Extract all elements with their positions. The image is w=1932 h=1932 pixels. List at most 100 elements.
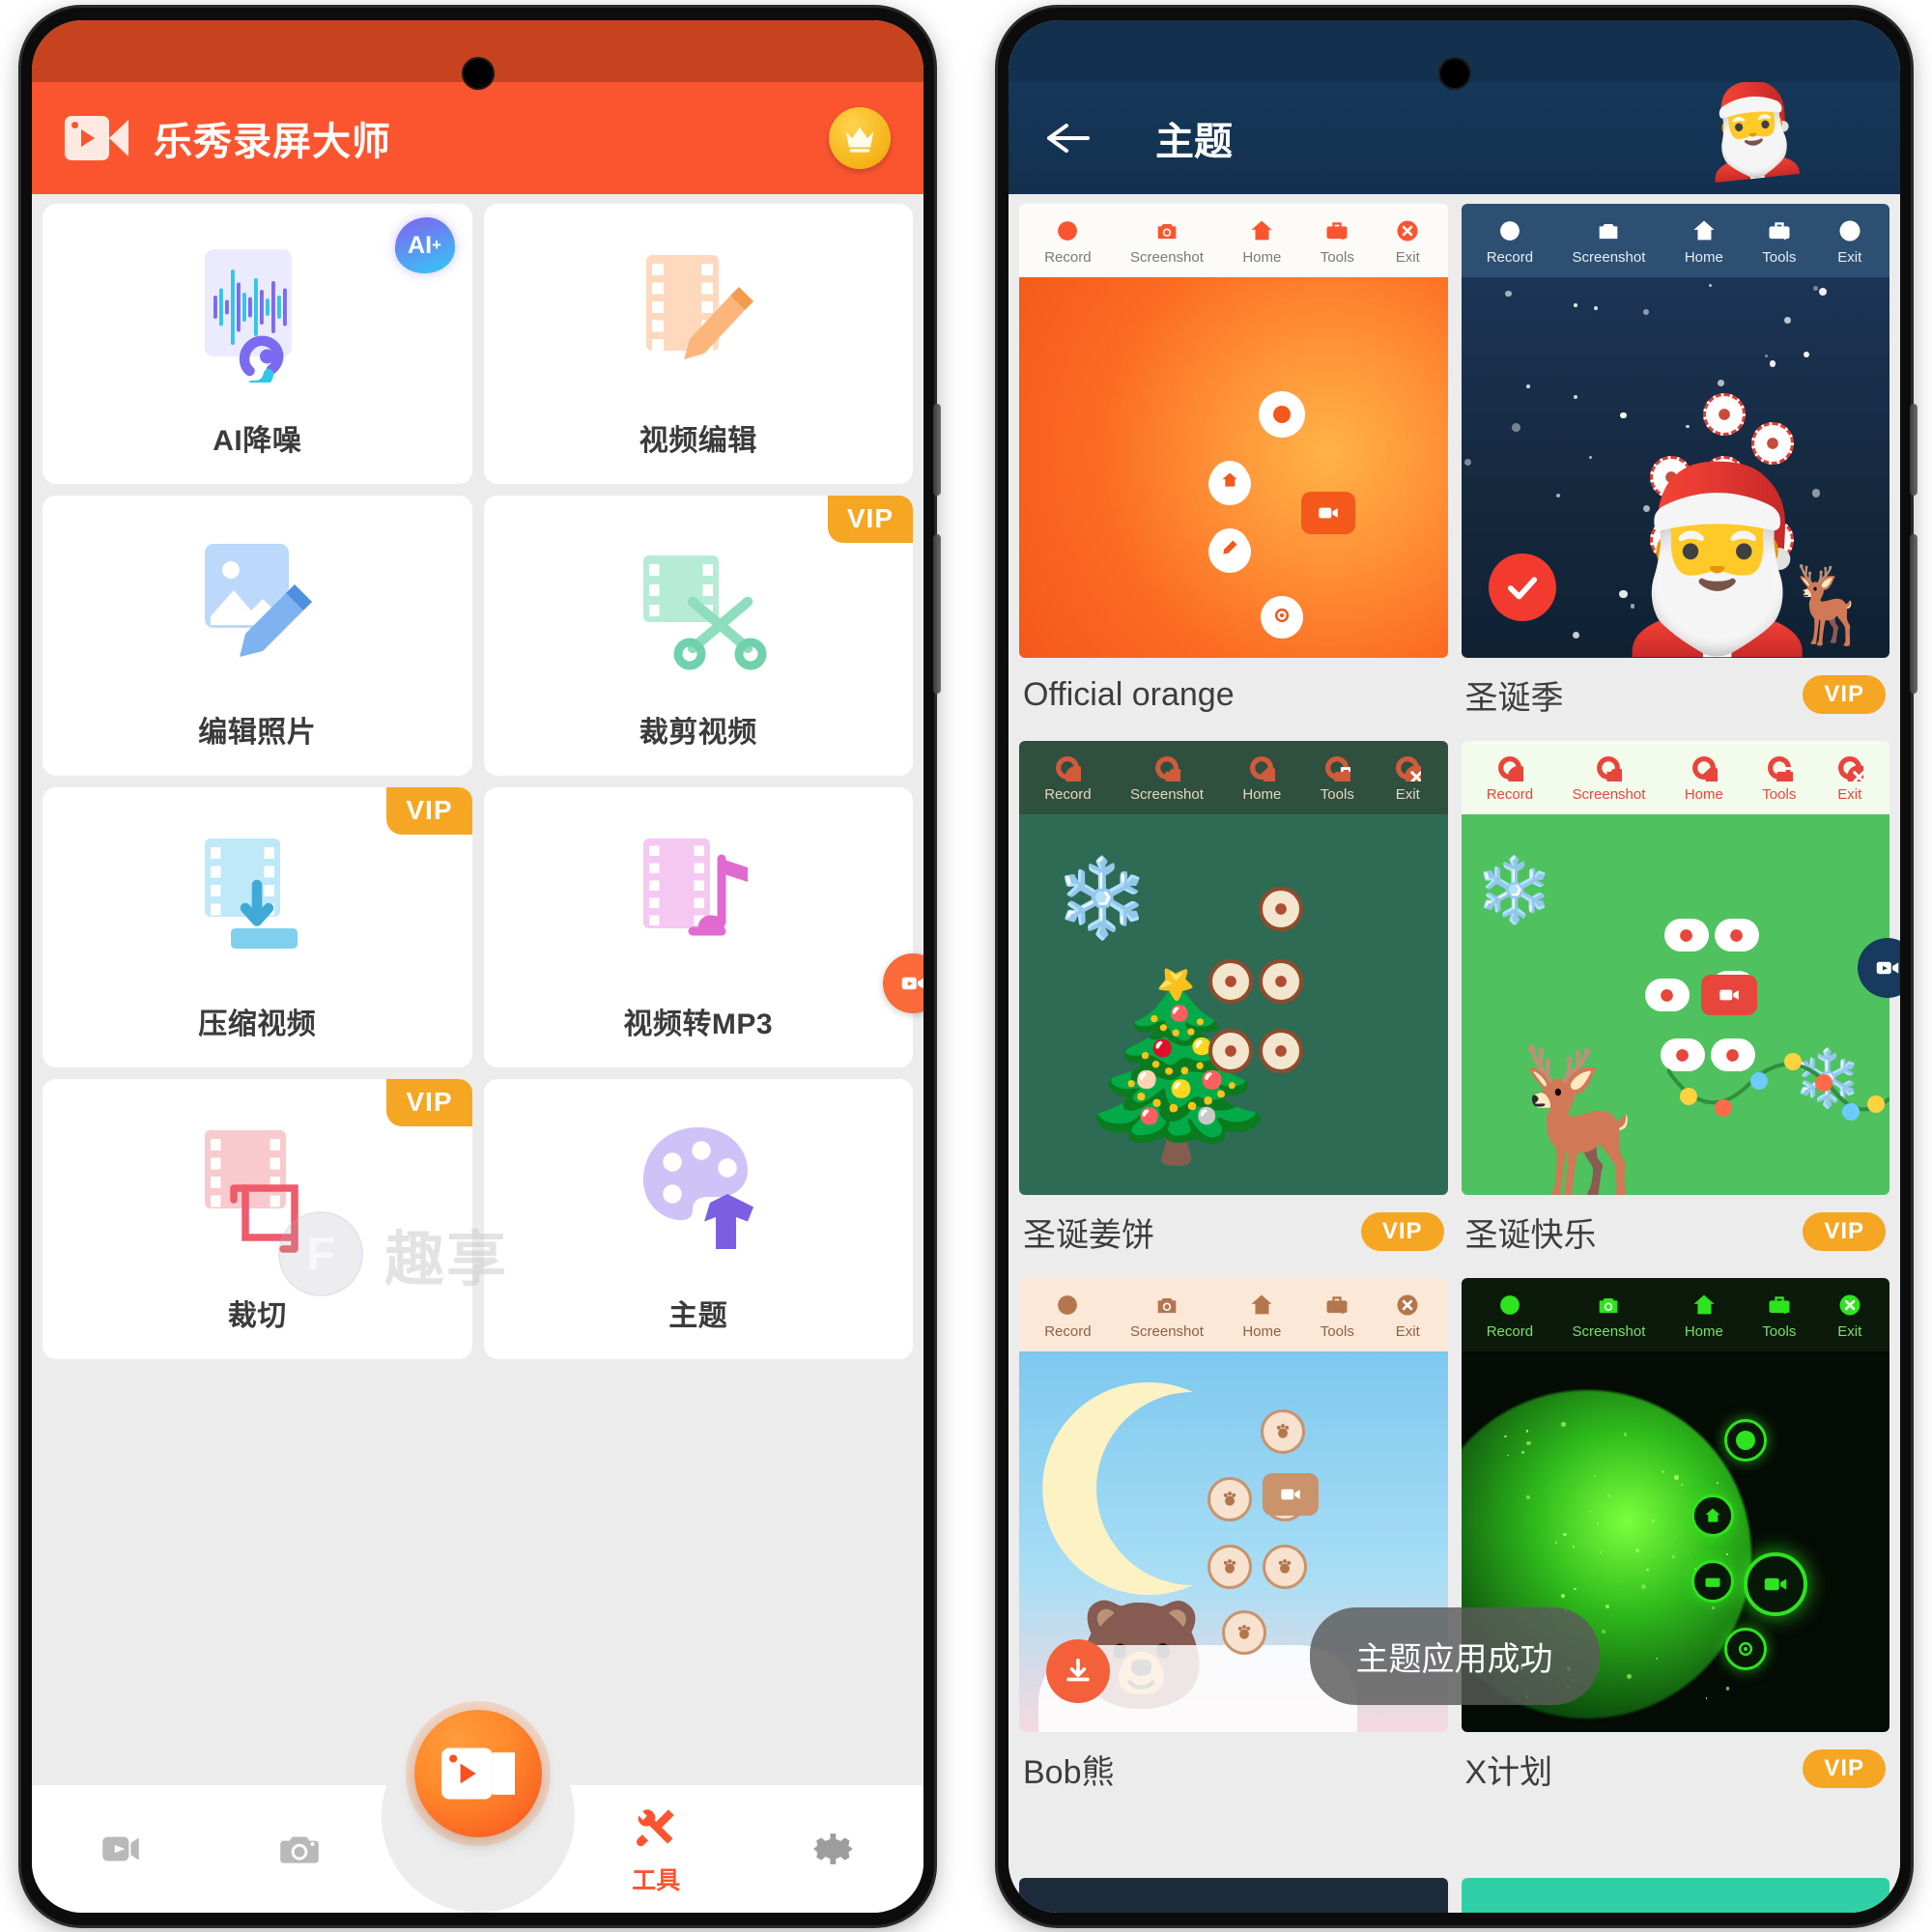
tools-page-body: AI + AI降噪 视频编辑 编辑照片 VIP 裁剪视频 VIP 压缩视频 视频…	[32, 194, 923, 1913]
image-pencil-icon	[43, 496, 472, 708]
power-button-right[interactable]	[1910, 534, 1918, 694]
theme-preview-toolbar: Record Screenshot Home Tools Exit	[1462, 1278, 1890, 1351]
theme-card[interactable]: Record Screenshot Home Tools Exit ❄️ 🎄 圣…	[1019, 741, 1448, 1278]
theme-card[interactable]: Record Screenshot Home Tools Exit	[1462, 1278, 1890, 1815]
toolbar-item-label: Tools	[1321, 786, 1354, 803]
theme-preview-peek-left	[1019, 1878, 1448, 1913]
tool-card[interactable]: 主题	[484, 1079, 914, 1359]
tool-card[interactable]: VIP 裁剪视频	[484, 496, 914, 776]
gingerbread-ball-2	[1259, 959, 1303, 1004]
theme-grid: Record Screenshot Home Tools Exit Offici…	[1019, 204, 1889, 1815]
home-ball	[1691, 1494, 1734, 1537]
theme-preview-toolbar: Record Screenshot Home Tools Exit	[1019, 1278, 1448, 1351]
vip-crown-button[interactable]	[829, 107, 891, 169]
toolbar-item-home: Home	[1242, 216, 1281, 266]
toolbar-item-screenshot: Screenshot	[1573, 753, 1646, 803]
tool-card[interactable]: AI + AI降噪	[43, 204, 472, 484]
record-button[interactable]	[414, 1710, 542, 1837]
home-icon	[1690, 216, 1719, 245]
tools-icon	[1322, 216, 1351, 245]
gear-icon	[1736, 1639, 1755, 1659]
volume-button-right[interactable]	[1910, 404, 1918, 496]
gingerbread-ball-1	[1208, 959, 1253, 1004]
toolbar-item-label: Home	[1685, 249, 1723, 266]
vip-badge: VIP	[1803, 675, 1886, 714]
toolbar-item-tools: Tools	[1321, 753, 1354, 803]
theme-card[interactable]: Record Screenshot Home Tools Exit ❄️ ❄️	[1462, 741, 1890, 1278]
screenshot-icon	[1152, 216, 1181, 245]
video-ball	[1263, 1473, 1319, 1516]
watermark-overlay: F 趣享	[278, 1210, 508, 1297]
ball-icon	[1271, 972, 1291, 991]
theme-preview[interactable]: Record Screenshot Home Tools Exit	[1462, 204, 1890, 658]
paw-ball-3	[1208, 1545, 1252, 1589]
toolbar-item-label: Home	[1242, 1323, 1281, 1340]
crown-icon	[841, 120, 878, 156]
tools-icon	[1322, 753, 1351, 782]
theme-card[interactable]: Record Screenshot Home Tools Exit	[1019, 204, 1448, 741]
video-play-icon	[96, 1824, 146, 1874]
home-icon	[1247, 1291, 1276, 1320]
tool-card[interactable]: 编辑照片	[43, 496, 472, 776]
theme-preview[interactable]: Record Screenshot Home Tools Exit ❄️ 🎄	[1019, 741, 1448, 1195]
toolbar-item-label: Record	[1044, 786, 1091, 803]
toolbar-item-label: Tools	[1321, 249, 1354, 266]
film-pencil-icon	[484, 204, 914, 416]
theme-preview[interactable]: Record Screenshot Home Tools Exit	[1019, 204, 1448, 658]
nav-item-gear[interactable]	[745, 1824, 923, 1874]
theme-preview[interactable]: Record Screenshot Home Tools Exit ❄️ ❄️	[1462, 741, 1890, 1195]
toolbar-item-record: Record	[1044, 753, 1091, 803]
next-row-peek	[1019, 1878, 1889, 1913]
volume-button[interactable]	[933, 404, 941, 496]
vip-badge: VIP	[1361, 1212, 1444, 1251]
tool-card[interactable]: VIP 压缩视频	[43, 787, 472, 1067]
toolbar-item-label: Record	[1487, 1323, 1533, 1340]
screenshot-icon	[1152, 753, 1181, 782]
tool-card[interactable]: 视频转MP3	[484, 787, 914, 1067]
nav-item-工具[interactable]: 工具	[567, 1803, 746, 1896]
paw-ball-4	[1263, 1545, 1307, 1589]
vip-badge: VIP	[1803, 1212, 1886, 1251]
video-camera-icon	[1717, 982, 1742, 1008]
tool-card[interactable]: 视频编辑	[484, 204, 914, 484]
settings-ball	[1263, 596, 1301, 635]
theme-name: 圣诞季	[1465, 671, 1564, 719]
theme-preview-peek-right	[1462, 1878, 1890, 1913]
string-lights-icon	[1667, 1040, 1889, 1156]
reindeer-icon: 🦌	[1494, 1050, 1675, 1195]
left-phone-device: 乐秀录屏大师 AI + AI降噪 视频编辑 编辑照片 VIP 裁剪视频 VIP …	[21, 8, 934, 1925]
screenshot-root: 乐秀录屏大师 AI + AI降噪 视频编辑 编辑照片 VIP 裁剪视频 VIP …	[0, 0, 1932, 1932]
theme-list[interactable]: Record Screenshot Home Tools Exit Offici…	[1009, 194, 1900, 1913]
nav-item-video-play[interactable]	[32, 1824, 211, 1874]
power-button[interactable]	[933, 534, 941, 694]
toolbar-item-tools: Tools	[1762, 216, 1796, 266]
cloud-ball-0	[1664, 919, 1709, 952]
home-ball	[1210, 461, 1249, 499]
theme-preview-toolbar: Record Screenshot Home Tools Exit	[1462, 204, 1890, 277]
toolbar-item-label: Screenshot	[1573, 786, 1646, 803]
toolbar-item-tools: Tools	[1321, 216, 1354, 266]
brush-icon	[1220, 538, 1239, 557]
record-icon	[1053, 216, 1082, 245]
toolbar-item-label: Screenshot	[1130, 1323, 1204, 1340]
camera-icon	[274, 1824, 325, 1874]
toolbar-item-label: Home	[1685, 786, 1723, 803]
record-icon	[1053, 753, 1082, 782]
video-camera-icon	[1873, 953, 1900, 982]
ball-icon	[1715, 405, 1734, 424]
paw-icon	[1220, 1490, 1239, 1509]
record-icon	[1053, 1291, 1082, 1320]
gingerbread-man-icon: 🎄	[1065, 979, 1288, 1157]
back-arrow-icon[interactable]	[1041, 117, 1095, 159]
cloud-ball-2	[1645, 979, 1690, 1011]
toolbar-item-label: Record	[1044, 249, 1091, 266]
theme-card[interactable]: Record Screenshot Home Tools Exit 🐻	[1019, 1278, 1448, 1815]
toolbar-item-label: Record	[1487, 786, 1533, 803]
theme-card[interactable]: Record Screenshot Home Tools Exit	[1462, 204, 1890, 741]
nav-item-camera[interactable]	[211, 1824, 389, 1874]
app-title: 乐秀录屏大师	[154, 110, 391, 166]
record-icon	[1495, 753, 1524, 782]
download-badge[interactable]	[1046, 1639, 1110, 1703]
home-icon	[1247, 753, 1276, 782]
vip-badge: VIP	[828, 496, 913, 543]
